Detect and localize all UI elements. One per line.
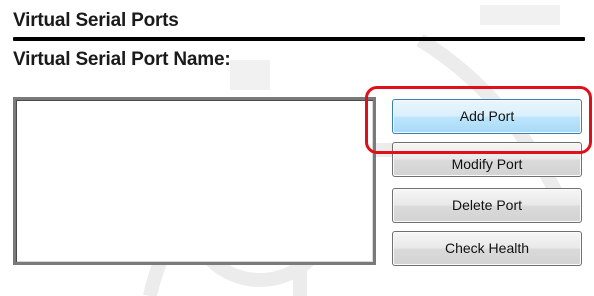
port-list[interactable] bbox=[13, 97, 376, 265]
section-title: Virtual Serial Ports bbox=[13, 10, 179, 31]
add-port-button[interactable]: Add Port bbox=[392, 99, 582, 134]
modify-port-button[interactable]: Modify Port bbox=[392, 142, 582, 177]
check-health-button[interactable]: Check Health bbox=[392, 231, 582, 266]
port-name-label: Virtual Serial Port Name: bbox=[13, 49, 231, 70]
delete-port-button[interactable]: Delete Port bbox=[392, 188, 582, 223]
title-divider bbox=[13, 37, 585, 41]
